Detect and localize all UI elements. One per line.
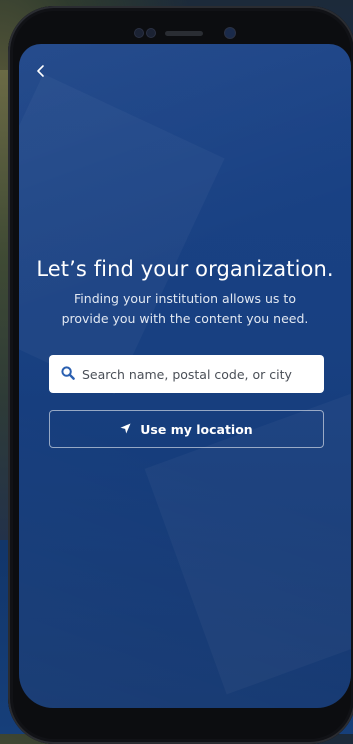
location-arrow-icon xyxy=(120,422,140,437)
app-screen: Let’s find your organization. Finding yo… xyxy=(19,44,351,708)
chevron-left-icon xyxy=(36,63,46,82)
page-subtitle: Finding your institution allows us to pr… xyxy=(61,291,309,326)
front-camera xyxy=(225,28,235,38)
sensor-dot xyxy=(135,29,143,37)
page-title: Let’s find your organization. xyxy=(36,257,334,281)
phone-notch xyxy=(127,28,237,40)
back-button[interactable] xyxy=(31,62,51,82)
use-my-location-button[interactable]: Use my location xyxy=(49,410,324,448)
sensor-dot xyxy=(147,29,155,37)
search-input[interactable] xyxy=(82,366,312,382)
earpiece-speaker xyxy=(165,31,203,36)
search-field[interactable] xyxy=(49,355,324,393)
use-my-location-label: Use my location xyxy=(140,421,253,437)
background-facet xyxy=(19,74,225,394)
search-icon xyxy=(61,365,75,384)
